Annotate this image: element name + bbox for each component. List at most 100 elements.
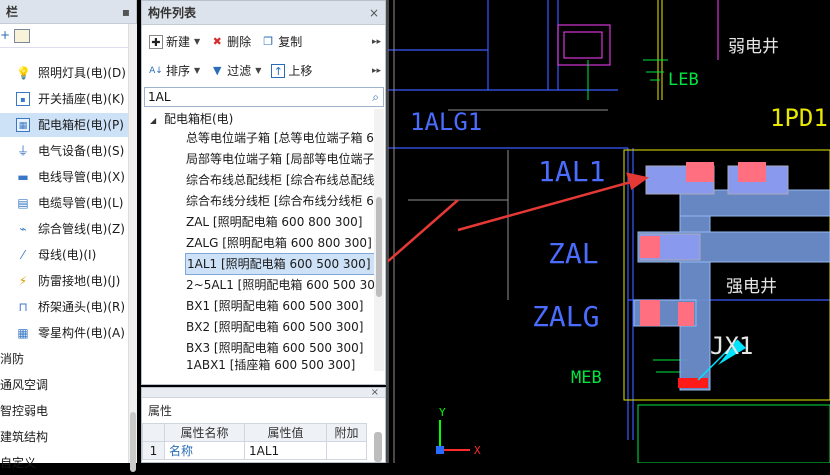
nav-item-switch-socket[interactable]: ▪ 开关插座(电)(K) xyxy=(0,87,128,111)
column-header: 附加 xyxy=(326,423,367,442)
tree-item-selected[interactable]: 1AL1 [照明配电箱 600 500 300] xyxy=(185,253,375,275)
scroll-thumb[interactable] xyxy=(374,432,382,462)
nav-item-distribution-box[interactable]: ▦ 配电箱柜(电)(P) xyxy=(0,113,128,137)
nav-item-electrical-device[interactable]: ⏚ 电气设备(电)(S) xyxy=(0,139,128,163)
lamp-icon: 💡 xyxy=(16,66,31,80)
cad-drawing xyxy=(388,0,830,463)
tray-fitting-icon: ⊓ xyxy=(18,300,28,314)
tree-item[interactable]: 总等电位端子箱 [总等电位端子箱 6 xyxy=(185,127,375,149)
axis-x-label: X xyxy=(474,444,481,457)
properties-panel: × 属性 属性名称 属性值 附加 1 名称 1AL1 xyxy=(141,387,386,463)
category-custom[interactable]: 自定义 xyxy=(0,451,36,475)
category-hvac[interactable]: 通风空调 xyxy=(0,373,48,397)
busbar-icon: ⁄ xyxy=(21,248,24,262)
category-structure[interactable]: 建筑结构 xyxy=(0,425,48,449)
nav-item-cable-conduit[interactable]: ▤ 电缆导管(电)(L) xyxy=(0,191,128,215)
search-icon[interactable]: ⌕ xyxy=(372,90,379,105)
filter-button[interactable]: ▼ 过滤 ▼ xyxy=(207,60,264,82)
left-scrollbar[interactable] xyxy=(128,24,137,472)
properties-table: 属性名称 属性值 附加 1 名称 1AL1 xyxy=(142,423,367,460)
copy-button[interactable]: ❐ 复制 xyxy=(258,31,305,53)
nav-item-misc-component[interactable]: ▦ 零星构件(电)(A) xyxy=(0,321,128,345)
tree-item[interactable]: ZAL [照明配电箱 600 800 300] xyxy=(185,211,375,233)
cad-label-target: 1AL1 xyxy=(538,155,606,188)
nav-item-tray-fitting[interactable]: ⊓ 桥架通头(电)(R) xyxy=(0,295,128,319)
more-icon[interactable]: ▸▸ xyxy=(372,37,381,47)
column-header: 属性值 xyxy=(244,423,327,442)
cad-label: ZALG xyxy=(532,300,600,333)
cad-label: 强电井 xyxy=(726,277,777,297)
nav-item-lighting[interactable]: 💡 照明灯具(电)(D) xyxy=(0,61,128,85)
search-input[interactable] xyxy=(145,88,355,106)
tree-item[interactable]: 综合布线总配线柜 [综合布线总配线 xyxy=(185,169,375,191)
cad-label: ZAL xyxy=(548,237,599,270)
filter-icon: ▼ xyxy=(212,63,222,77)
tree-item[interactable]: ZALG [照明配电箱 600 800 300] xyxy=(185,232,375,254)
component-list-title: 构件列表 xyxy=(148,6,197,20)
nav-item-wire-conduit[interactable]: ▬ 电线导管(电)(X) xyxy=(0,165,128,189)
cad-label: LEB xyxy=(668,70,699,90)
wire-conduit-icon: ▬ xyxy=(17,170,29,184)
category-fire[interactable]: 消防 xyxy=(0,347,24,371)
list-scrollbar[interactable] xyxy=(374,109,384,371)
cable-conduit-icon: ▤ xyxy=(17,196,29,210)
cad-label: 弱电井 xyxy=(728,37,779,57)
chevron-down-icon: ▼ xyxy=(194,37,201,46)
cad-label: 1PD1 xyxy=(770,104,828,132)
tree-item[interactable]: 1ABX1 [插座箱 600 500 300] xyxy=(185,358,375,372)
move-up-icon: ↑ xyxy=(271,63,286,78)
tree-item[interactable]: 综合布线分线柜 [综合布线分线柜 6 xyxy=(185,190,375,212)
socket-icon: ▪ xyxy=(16,92,30,106)
search-box[interactable]: ⌕ xyxy=(144,87,384,107)
new-icon: ✚ xyxy=(149,34,163,49)
category-smart-weak[interactable]: 智控弱电 xyxy=(0,399,48,423)
sort-button[interactable]: A↓ 排序 ▼ xyxy=(146,60,203,82)
component-type-panel: 栏 ▪ + 💡 照明灯具(电)(D) ▪ 开关插座(电)(K) ▦ 配电箱柜(电… xyxy=(0,0,137,472)
tree-item[interactable]: 2~5AL1 [照明配电箱 600 500 300 xyxy=(185,274,375,296)
nav-item-busbar[interactable]: ⁄ 母线(电)(I) xyxy=(0,243,128,267)
distribution-box-icon: ▦ xyxy=(16,118,30,132)
tree-item[interactable]: 局部等电位端子箱 [局部等电位端子 xyxy=(185,148,375,170)
electrical-device-icon: ⏚ xyxy=(16,144,29,158)
edit-icon[interactable] xyxy=(14,29,30,43)
lightning-ground-icon: ⚡ xyxy=(18,274,28,288)
more-icon[interactable]: ▸▸ xyxy=(372,66,381,76)
left-toolbar: + xyxy=(0,24,136,48)
cad-label: JX1 xyxy=(710,332,754,360)
axis-y-label: Y xyxy=(439,406,446,419)
pipeline-icon: ⌁ xyxy=(19,222,27,236)
sort-icon: A↓ xyxy=(149,65,163,76)
add-icon[interactable]: + xyxy=(0,28,10,42)
nav-item-lightning-ground[interactable]: ⚡ 防雷接地(电)(J) xyxy=(0,269,128,293)
cad-label: 1ALG1 xyxy=(410,108,483,136)
delete-button[interactable]: ✖ 删除 xyxy=(207,31,254,53)
scroll-thumb[interactable] xyxy=(130,412,136,472)
chevron-down-icon: ▼ xyxy=(255,66,262,75)
cad-canvas[interactable]: 弱电井 LEB 1ALG1 1PD1 1AL1 ZAL ZALG 强电井 JX1… xyxy=(388,0,830,463)
tree-root[interactable]: ◢ 配电箱柜(电) xyxy=(150,109,233,129)
new-button[interactable]: ✚ 新建 ▼ xyxy=(146,31,203,53)
move-up-button[interactable]: ↑ 上移 xyxy=(268,60,315,82)
close-icon[interactable]: × xyxy=(371,388,379,398)
tree-item[interactable]: BX1 [照明配电箱 600 500 300] xyxy=(185,295,375,317)
scroll-thumb[interactable] xyxy=(376,197,382,297)
collapse-triangle-icon[interactable]: ◢ xyxy=(150,116,156,125)
component-list-header: 构件列表 × xyxy=(142,1,385,25)
highlight-box xyxy=(678,378,708,388)
close-icon[interactable]: × xyxy=(369,1,379,25)
component-list-panel: 构件列表 × ✚ 新建 ▼ ✖ 删除 ❐ 复制 ▸▸ A↓ 排序 ▼ ▼ 过滤 ▼ ↑ 上移 ▸▸… xyxy=(141,0,386,385)
chevron-down-icon: ▼ xyxy=(194,66,201,75)
tree-item[interactable]: BX3 [照明配电箱 600 500 300] xyxy=(185,337,375,359)
delete-icon: ✖ xyxy=(212,34,222,48)
pin-icon[interactable]: ▪ xyxy=(122,0,130,24)
properties-title: 属性 xyxy=(148,404,173,418)
nav-item-pipeline[interactable]: ⌁ 综合管线(电)(Z) xyxy=(0,217,128,241)
toolbar-row-1: ✚ 新建 ▼ ✖ 删除 ❐ 复制 ▸▸ xyxy=(142,27,385,56)
column-header: 属性名称 xyxy=(164,423,245,442)
toolbar-row-2: A↓ 排序 ▼ ▼ 过滤 ▼ ↑ 上移 ▸▸ xyxy=(142,56,385,85)
copy-icon: ❐ xyxy=(263,34,274,48)
cad-label: MEB xyxy=(571,368,602,388)
tree-item[interactable]: BX2 [照明配电箱 600 500 300] xyxy=(185,316,375,338)
panel-title: 栏 xyxy=(6,5,19,19)
table-row[interactable]: 1 名称 1AL1 xyxy=(142,441,367,460)
